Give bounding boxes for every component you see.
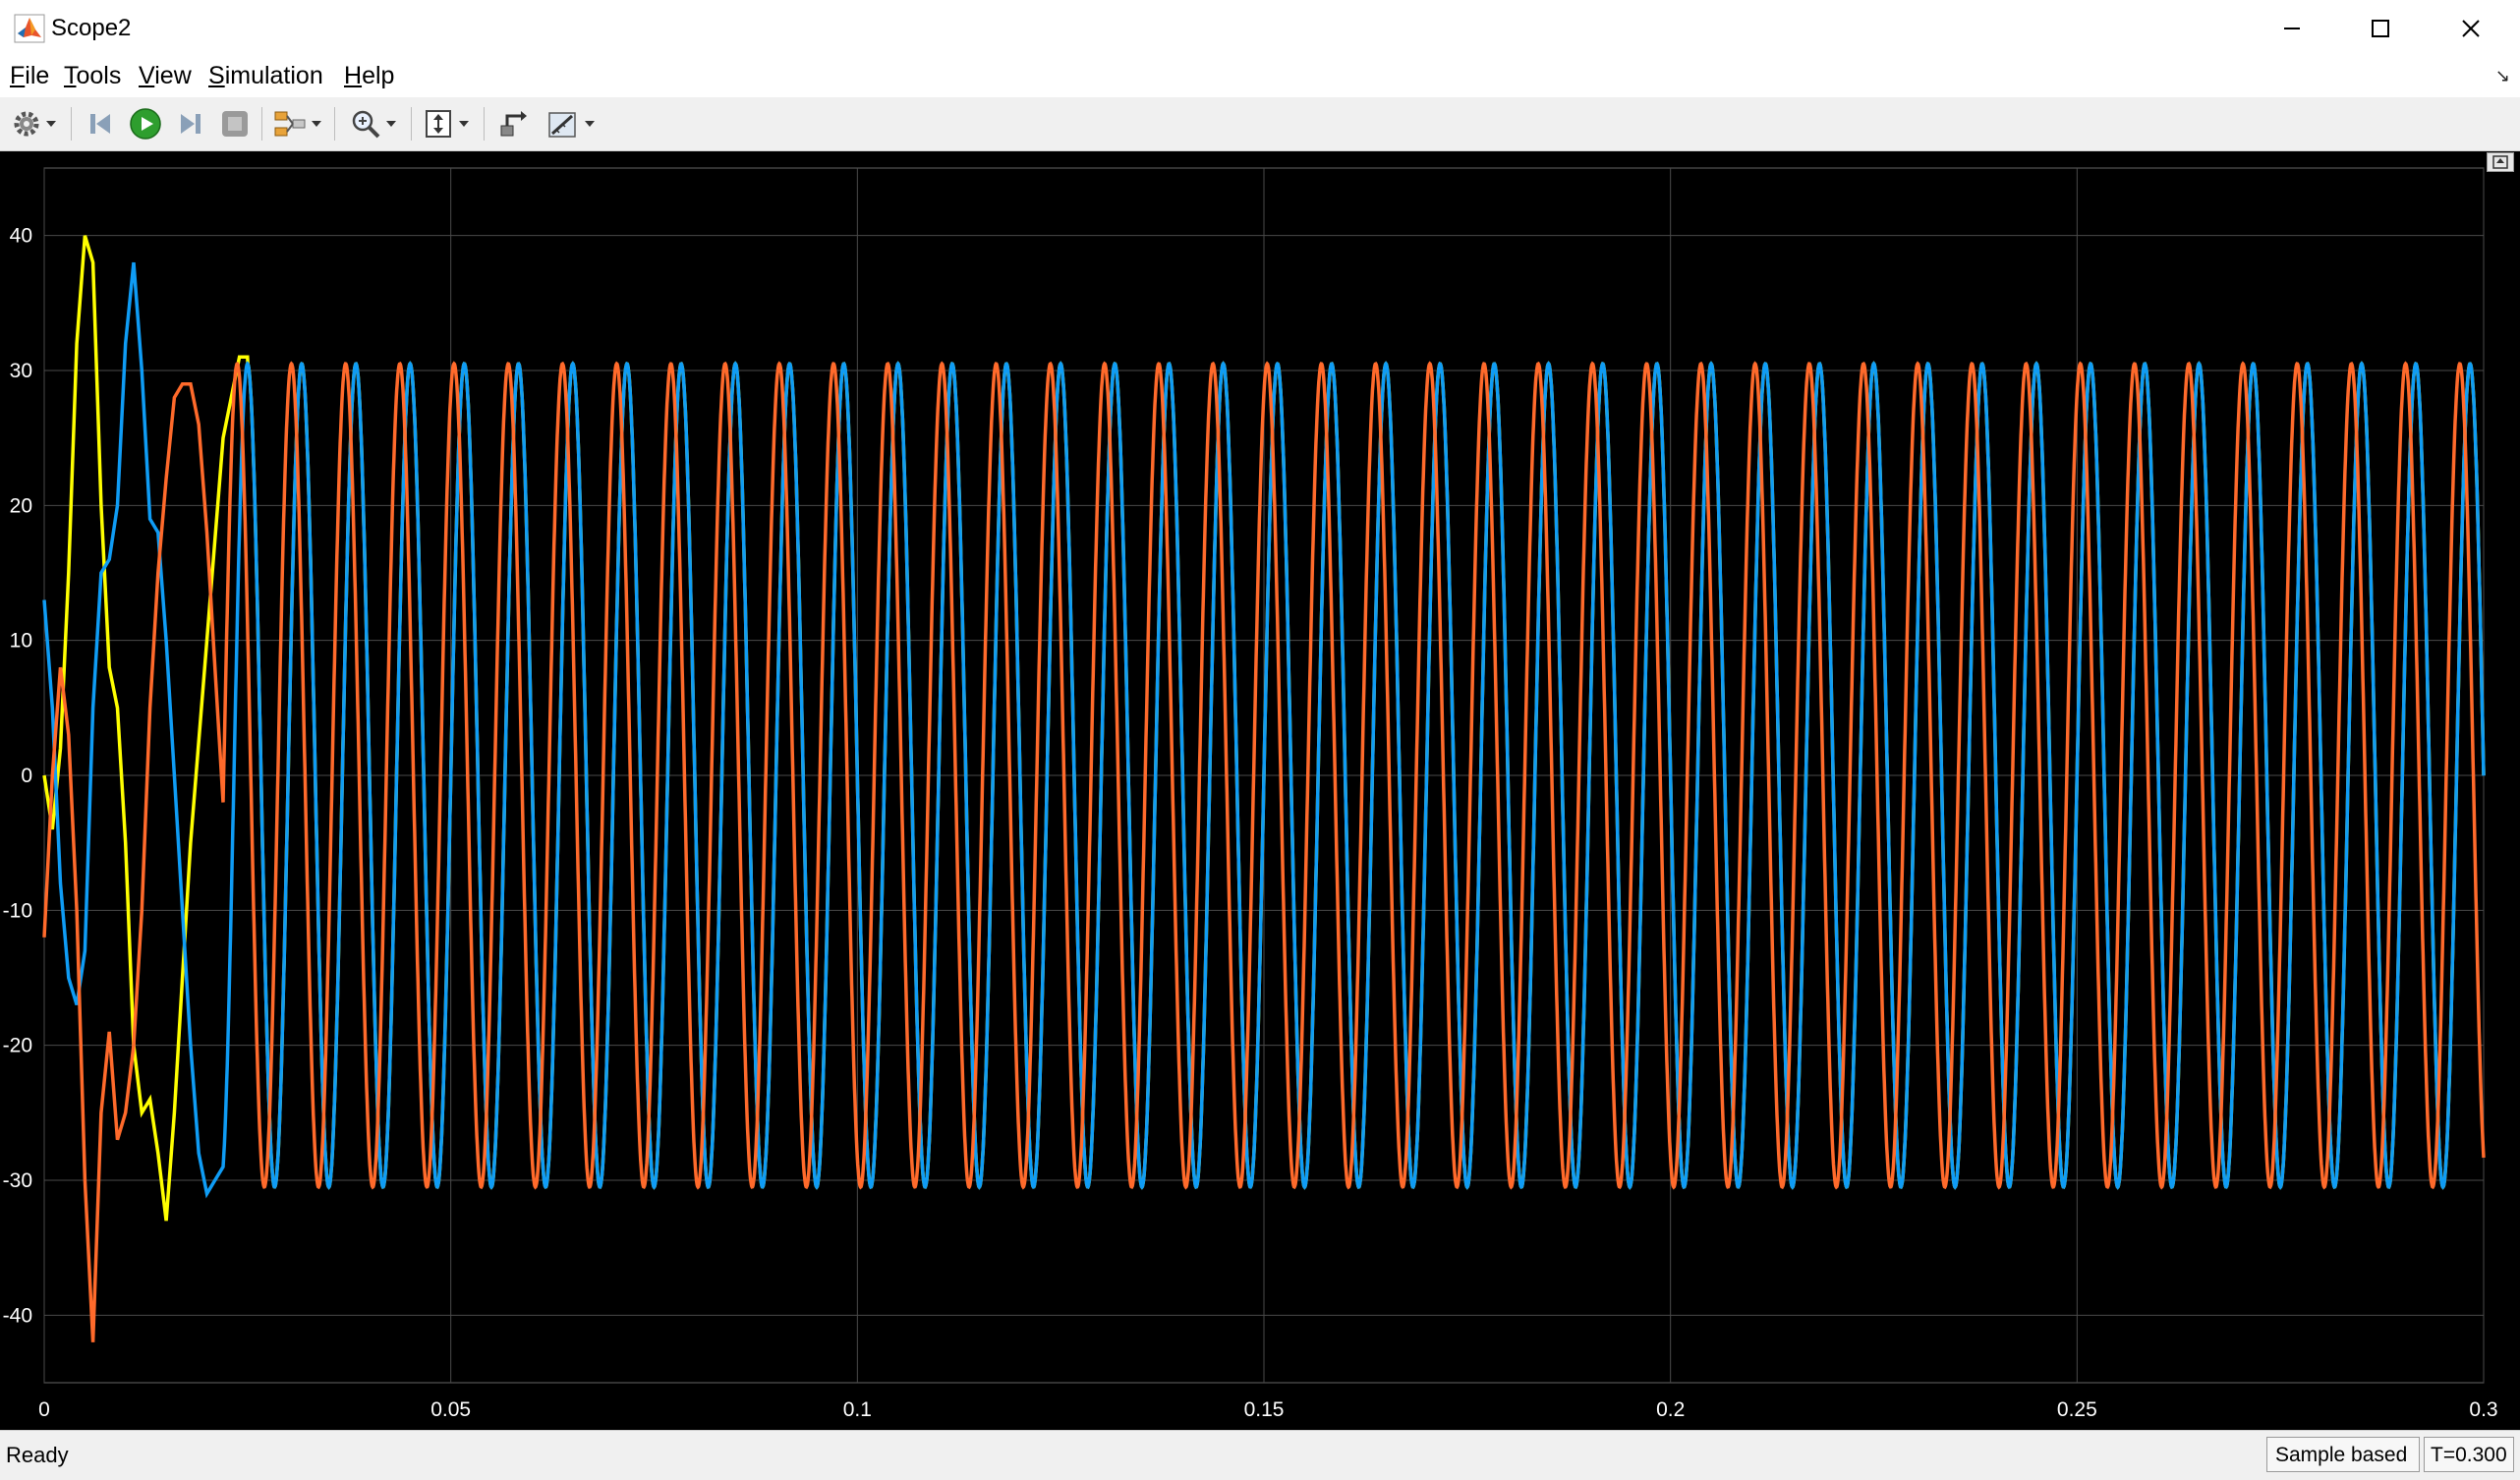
highlight-block-icon [500,111,527,137]
minimize-icon [2284,27,2300,29]
minimize-button[interactable] [2247,0,2337,56]
toolbar-divider [261,107,262,141]
y-tick-label: 20 [10,494,32,517]
measurements-button[interactable] [546,106,595,142]
status-text: Ready [6,1443,69,1467]
x-tick-label: 0.15 [1244,1398,1285,1421]
menu-view[interactable]: View [135,62,196,90]
menu-file[interactable]: File [6,62,53,90]
x-tick-label: 0.3 [2469,1398,2497,1421]
maximize-button[interactable] [2335,0,2426,56]
step-back-icon [90,114,110,134]
x-tick-label: 0 [38,1398,50,1421]
toolbar-divider [71,107,72,141]
run-icon [130,108,161,140]
menu-simulation[interactable]: Simulation [204,62,327,90]
step-forward-icon [181,114,200,134]
close-button[interactable] [2426,0,2516,56]
autoscale-button[interactable] [423,106,469,142]
maximize-icon [2372,19,2389,37]
y-tick-label: 0 [21,765,32,787]
dock-arrow-icon[interactable]: ↘ [2495,66,2510,86]
stop-button[interactable] [219,106,251,142]
x-tick-label: 0.25 [2057,1398,2097,1421]
signal-selector-button[interactable] [273,106,321,142]
zoom-button[interactable] [350,106,396,142]
autoscale-icon [426,110,451,138]
y-tick-label: -40 [3,1304,32,1327]
menu-bar: File Tools View Simulation Help ↘ [0,56,2520,98]
expand-icon [2492,155,2508,169]
expand-axes-button[interactable] [2487,152,2514,172]
title-bar: Scope2 [0,0,2520,56]
step-forward-button[interactable] [175,106,206,142]
simulation-time: T=0.300 [2424,1437,2514,1472]
x-tick-label: 0.2 [1656,1398,1685,1421]
sample-mode-indicator: Sample based [2266,1437,2420,1472]
chevron-down-icon [312,121,321,127]
window-title: Scope2 [51,15,132,41]
toolbar-divider [484,107,485,141]
y-tick-label: 10 [10,630,32,653]
chevron-down-icon [386,121,396,127]
gear-icon [14,111,39,137]
x-tick-label: 0.1 [843,1398,872,1421]
scope-plot[interactable]: 0 0.05 0.1 0.15 0.2 0.25 0.3 -40 -30 -20 -10 0 10 20 3… [0,151,2520,1430]
y-tick-label: 40 [10,225,32,248]
step-back-button[interactable] [85,106,116,142]
signal-selector-icon [274,111,306,137]
matlab-logo-icon [14,14,45,43]
x-tick-label: 0.05 [430,1398,471,1421]
highlight-block-button[interactable] [497,106,529,142]
toolbar-divider [411,107,412,141]
menu-help[interactable]: Help [340,62,398,90]
toolbar-divider [334,107,335,141]
zoom-icon [352,110,380,139]
y-tick-label: 30 [10,360,32,382]
measurement-icon [548,112,576,138]
chevron-down-icon [459,121,469,127]
y-tick-label: -30 [3,1169,32,1192]
y-tick-label: -10 [3,899,32,922]
configuration-button[interactable] [12,106,56,142]
close-icon [2462,19,2480,37]
chevron-down-icon [46,121,56,127]
status-bar: Ready Sample based T=0.300 [0,1430,2520,1480]
stop-icon [222,111,248,137]
y-tick-label: -20 [3,1035,32,1057]
toolbar [0,97,2520,151]
menu-tools[interactable]: Tools [60,62,125,90]
run-button[interactable] [129,106,162,142]
chevron-down-icon [585,121,595,127]
